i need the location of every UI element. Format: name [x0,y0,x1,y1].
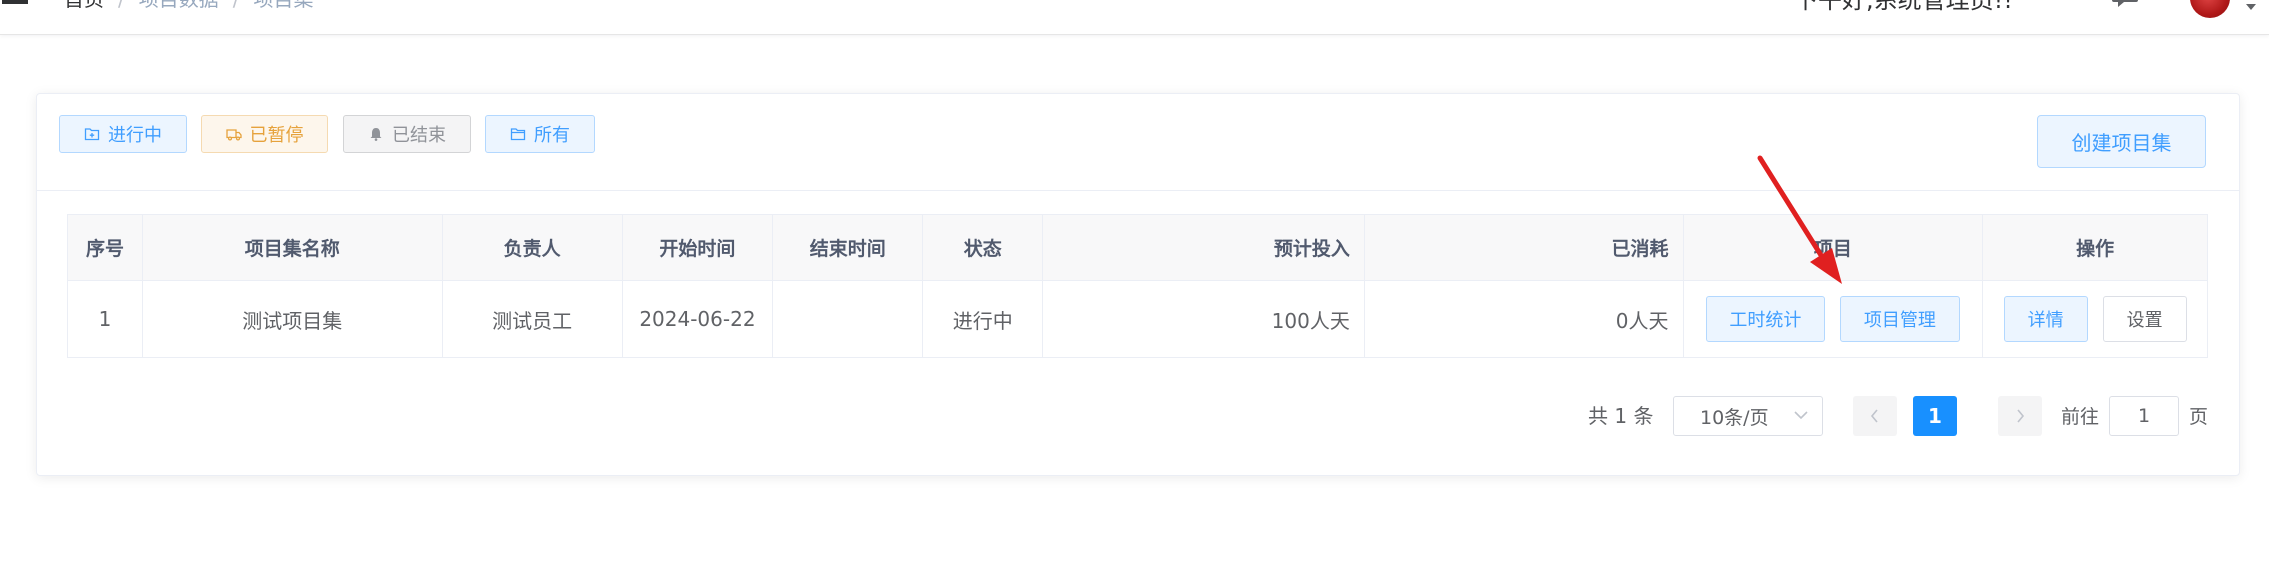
cell-status: 进行中 [923,281,1044,357]
page-suffix-label: 页 [2189,406,2209,428]
cell-consumed: 0人天 [1365,281,1684,357]
breadcrumb-separator: / [118,0,125,11]
breadcrumb-home[interactable]: 首页 [64,0,104,11]
filter-ended-button[interactable]: 已结束 [343,115,471,153]
table-header-row: 序号 项目集名称 负责人 开始时间 结束时间 状态 预计投入 已消耗 项目 操作 [68,215,2207,281]
page-size-select[interactable]: 10条/页 [1673,396,1823,436]
user-avatar[interactable] [2190,0,2230,18]
message-icon[interactable] [2110,0,2140,10]
annotation-arrow-icon [1757,155,1842,284]
column-header-consumed: 已消耗 [1365,215,1684,280]
create-project-set-button[interactable]: 创建项目集 [2037,115,2206,168]
prev-page-button[interactable] [1853,396,1897,436]
column-header-status: 状态 [923,215,1044,280]
truck-icon [225,129,242,141]
chevron-down-icon [1794,411,1808,420]
cell-planned: 100人天 [1043,281,1365,357]
filter-paused-label: 已暂停 [249,125,304,146]
column-header-end-time: 结束时间 [773,215,924,280]
folder-icon [510,128,526,141]
chevron-right-icon [2017,409,2025,423]
column-header-owner: 负责人 [443,215,623,280]
breadcrumb-project-set: 项目集 [254,0,314,11]
chevron-left-icon [1870,409,1878,423]
detail-button[interactable]: 详情 [2003,296,2088,342]
cell-end-time [773,281,924,357]
breadcrumb-separator: / [233,0,240,11]
goto-label: 前往 [2061,406,2100,428]
card-divider [37,190,2239,191]
breadcrumb: 首页 / 项目数据 / 项目集 [64,0,314,12]
hours-stats-button[interactable]: 工时统计 [1705,296,1825,342]
cell-project-actions: 工时统计 项目管理 [1684,281,1984,357]
breadcrumb-project-data[interactable]: 项目数据 [139,0,219,11]
cell-index: 1 [68,281,143,357]
folder-add-icon [84,128,100,141]
filter-paused-button[interactable]: 已暂停 [201,115,328,153]
caret-down-icon[interactable] [2246,4,2256,10]
column-header-index: 序号 [68,215,143,280]
user-greeting: 下午好,系统管理员!! [1794,0,2013,14]
current-page-number[interactable]: 1 [1913,396,1957,436]
cell-start-time: 2024-06-22 [623,281,774,357]
project-set-card: 进行中 已暂停 已结束 所有 创建项目集 序号 项目集名称 负责人 开始时间 结… [36,93,2240,476]
table-row: 1 测试项目集 测试员工 2024-06-22 进行中 100人天 0人天 工时… [68,281,2207,357]
settings-button[interactable]: 设置 [2102,296,2187,342]
filter-all-label: 所有 [534,125,570,146]
goto-page-input[interactable] [2109,396,2179,436]
next-page-button[interactable] [1998,396,2042,436]
page-size-value: 10条/页 [1700,406,1769,429]
cell-operations: 详情 设置 [1983,281,2207,357]
hamburger-icon[interactable] [2,0,28,4]
filter-ongoing-label: 进行中 [108,125,162,146]
cell-owner: 测试员工 [443,281,623,357]
filter-ended-label: 已结束 [392,125,446,146]
pagination-total: 共 1 条 [1588,404,1654,428]
project-set-table: 序号 项目集名称 负责人 开始时间 结束时间 状态 预计投入 已消耗 项目 操作… [67,214,2208,358]
project-manage-button[interactable]: 项目管理 [1839,296,1960,342]
filter-ongoing-button[interactable]: 进行中 [59,115,187,153]
cell-name: 测试项目集 [143,281,443,357]
column-header-start-time: 开始时间 [623,215,774,280]
column-header-actions: 操作 [2076,238,2115,260]
column-header-planned: 预计投入 [1043,215,1365,280]
filter-all-button[interactable]: 所有 [485,115,595,153]
column-header-name: 项目集名称 [143,215,443,280]
top-navbar: 首页 / 项目数据 / 项目集 下午好,系统管理员!! [0,0,2269,35]
bell-icon [370,128,382,141]
